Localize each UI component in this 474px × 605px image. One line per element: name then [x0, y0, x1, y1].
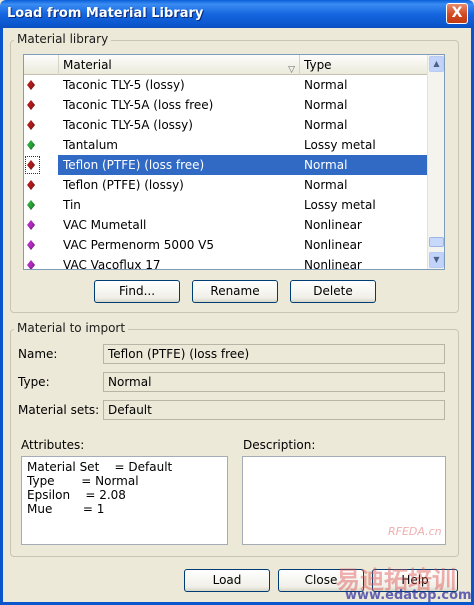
- column-header-type-label: Type: [304, 58, 332, 72]
- material-icon: [27, 100, 37, 110]
- material-name-cell: Taconic TLY-5A (loss free): [63, 98, 214, 112]
- table-row[interactable]: Taconic TLY-5A (lossy) Normal: [24, 115, 428, 135]
- name-field: Teflon (PTFE) (loss free): [103, 344, 445, 364]
- table-row[interactable]: Taconic TLY-5A (loss free) Normal: [24, 95, 428, 115]
- scroll-down-button[interactable]: ▼: [429, 252, 444, 268]
- column-header-material[interactable]: Material ▽: [59, 55, 300, 75]
- material-sets-label: Material sets:: [18, 403, 100, 417]
- attribute-line: Epsilon = 2.08: [27, 488, 126, 502]
- column-header-type[interactable]: Type: [300, 55, 428, 75]
- table-row[interactable]: VAC Permenorm 5000 V5 Nonlinear: [24, 235, 428, 255]
- close-icon: X: [451, 5, 463, 21]
- material-type-cell: Normal: [304, 78, 348, 92]
- material-type-cell: Normal: [304, 158, 348, 172]
- material-type-cell: Nonlinear: [304, 238, 362, 252]
- close-window-button[interactable]: X: [446, 3, 468, 24]
- scroll-thumb[interactable]: [429, 237, 444, 247]
- material-name-cell: Tantalum: [63, 138, 118, 152]
- material-type-cell: Nonlinear: [304, 218, 362, 232]
- rename-button[interactable]: Rename: [192, 280, 278, 303]
- attribute-line: Material Set = Default: [27, 460, 173, 474]
- table-row[interactable]: VAC Vacoflux 17 Nonlinear: [24, 255, 428, 270]
- watermark-url: www.edatop.com: [345, 588, 472, 603]
- material-sets-field: Default: [103, 400, 445, 420]
- table-row[interactable]: Tantalum Lossy metal: [24, 135, 428, 155]
- material-name-cell: Teflon (PTFE) (lossy): [63, 178, 184, 192]
- material-icon: [27, 200, 37, 210]
- table-row[interactable]: Teflon (PTFE) (lossy) Normal: [24, 175, 428, 195]
- material-icon: [27, 80, 37, 90]
- attribute-line: Mue = 1: [27, 502, 105, 516]
- material-type-cell: Lossy metal: [304, 198, 376, 212]
- find-button[interactable]: Find...: [94, 280, 180, 303]
- title-bar: Load from Material Library X: [0, 0, 474, 28]
- column-header-icon: [24, 55, 59, 75]
- table-row[interactable]: Taconic TLY-5 (lossy) Normal: [24, 75, 428, 95]
- material-name-cell: Tin: [63, 198, 81, 212]
- column-header-material-label: Material: [63, 58, 112, 72]
- material-name-cell: Teflon (PTFE) (loss free): [63, 158, 205, 172]
- delete-button[interactable]: Delete: [290, 280, 376, 303]
- material-type-cell: Normal: [304, 98, 348, 112]
- table-row[interactable]: Tin Lossy metal: [24, 195, 428, 215]
- type-label: Type:: [18, 375, 50, 389]
- watermark-site: RFEDA.cn: [388, 525, 442, 538]
- list-scrollbar[interactable]: ▲ ▼: [427, 55, 444, 269]
- material-icon: [27, 240, 37, 250]
- table-row[interactable]: VAC Mumetall Nonlinear: [24, 215, 428, 235]
- description-label: Description:: [243, 438, 316, 452]
- material-type-cell: Nonlinear: [304, 258, 362, 270]
- list-rows: Taconic TLY-5 (lossy) Normal Taconic TLY-5…: [24, 75, 428, 270]
- material-library-label: Material library: [14, 32, 112, 46]
- material-list[interactable]: Material ▽ Type Taconic TLY-5 (lossy) Nor…: [23, 54, 445, 270]
- material-name-cell: Taconic TLY-5 (lossy): [63, 78, 185, 92]
- material-type-cell: Normal: [304, 118, 348, 132]
- material-icon: [27, 120, 37, 130]
- load-button[interactable]: Load: [184, 569, 270, 592]
- material-import-label: Material to import: [14, 321, 129, 335]
- material-name-cell: VAC Permenorm 5000 V5: [63, 238, 214, 252]
- material-icon: [27, 160, 37, 170]
- window-title: Load from Material Library: [7, 6, 204, 21]
- attributes-box[interactable]: Material Set = Default Type = Normal Eps…: [21, 456, 228, 545]
- table-row[interactable]: Teflon (PTFE) (loss free) Normal: [24, 155, 428, 175]
- material-name-cell: VAC Mumetall: [63, 218, 147, 232]
- attribute-line: Type = Normal: [27, 474, 139, 488]
- scroll-up-button[interactable]: ▲: [429, 56, 444, 72]
- material-type-cell: Normal: [304, 178, 348, 192]
- material-name-cell: Taconic TLY-5A (lossy): [63, 118, 193, 132]
- name-label: Name:: [18, 347, 58, 361]
- attributes-label: Attributes:: [21, 438, 85, 452]
- material-icon: [27, 260, 37, 269]
- list-header: Material ▽ Type: [24, 55, 428, 75]
- type-field: Normal: [103, 372, 445, 392]
- material-icon: [27, 220, 37, 230]
- material-icon: [27, 140, 37, 150]
- material-name-cell: VAC Vacoflux 17: [63, 258, 161, 270]
- material-icon: [27, 180, 37, 190]
- material-type-cell: Lossy metal: [304, 138, 376, 152]
